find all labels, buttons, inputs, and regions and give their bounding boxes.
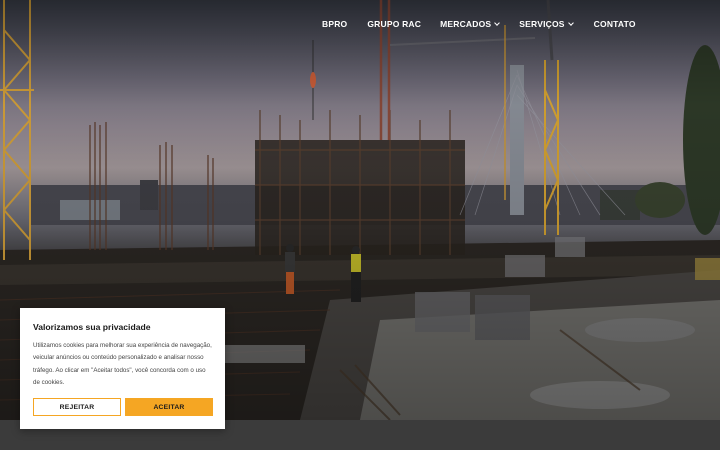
accept-cookies-button[interactable]: ACEITAR — [125, 398, 213, 416]
nav-item-servicos[interactable]: SERVIÇOS — [519, 19, 574, 29]
main-nav: BPRO GRUPO RAC MERCADOS SERVIÇOS CONTATO — [322, 18, 636, 30]
cookie-consent-banner: Valorizamos sua privacidade Utilizamos c… — [20, 308, 225, 429]
chevron-down-icon — [567, 19, 574, 26]
nav-item-label: GRUPO RAC — [367, 19, 422, 29]
nav-item-label: CONTATO — [593, 19, 636, 29]
reject-cookies-button[interactable]: REJEITAR — [33, 398, 121, 416]
cookie-banner-actions: REJEITAR ACEITAR — [33, 398, 213, 416]
nav-item-label: SERVIÇOS — [519, 19, 565, 29]
nav-item-mercados[interactable]: MERCADOS — [440, 19, 501, 29]
nav-item-grupo-rac[interactable]: GRUPO RAC — [367, 19, 421, 29]
cookie-banner-title: Valorizamos sua privacidade — [33, 322, 151, 332]
nav-item-bpro[interactable]: BPRO — [322, 19, 347, 29]
nav-item-contato[interactable]: CONTATO — [594, 19, 636, 29]
nav-item-label: BPRO — [322, 19, 348, 29]
chevron-down-icon — [494, 19, 501, 26]
nav-item-label: MERCADOS — [440, 19, 492, 29]
cookie-banner-text: Utilizamos cookies para melhorar sua exp… — [33, 342, 212, 386]
